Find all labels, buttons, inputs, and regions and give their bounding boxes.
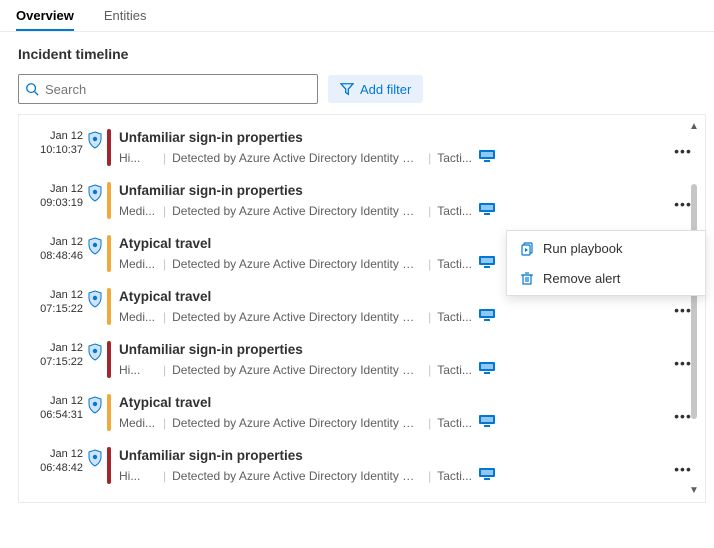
scroll-up-arrow[interactable]: ▲ xyxy=(689,121,699,132)
monitor-icon xyxy=(478,149,496,166)
severity-bar xyxy=(107,447,111,484)
severity-bar xyxy=(107,235,111,272)
shield-icon xyxy=(83,288,107,308)
item-datetime: Jan 1208:48:46 xyxy=(31,235,83,263)
item-datetime: Jan 1210:10:37 xyxy=(31,129,83,157)
item-datetime: Jan 1206:54:31 xyxy=(31,394,83,422)
item-title: Unfamiliar sign-in properties xyxy=(119,129,669,147)
severity-bar xyxy=(107,182,111,219)
shield-icon xyxy=(83,341,107,361)
monitor-icon xyxy=(478,414,496,431)
severity-bar xyxy=(107,341,111,378)
item-meta: Hi...|Detected by Azure Active Directory… xyxy=(119,467,669,484)
timeline-item[interactable]: Jan 1206:48:42 Unfamiliar sign-in propert… xyxy=(27,441,701,494)
shield-icon xyxy=(83,235,107,255)
timeline-item[interactable]: Jan 1207:15:22 Unfamiliar sign-in propert… xyxy=(27,335,701,388)
timeline: Jan 1210:10:37 Unfamiliar sign-in propert… xyxy=(18,114,706,503)
section-title: Incident timeline xyxy=(18,46,706,62)
severity-bar xyxy=(107,394,111,431)
monitor-icon xyxy=(478,361,496,378)
add-filter-label: Add filter xyxy=(360,82,411,97)
tab-overview[interactable]: Overview xyxy=(16,0,74,31)
item-meta: Medi...|Detected by Azure Active Directo… xyxy=(119,308,669,325)
severity-bar xyxy=(107,288,111,325)
monitor-icon xyxy=(478,308,496,325)
playbook-icon xyxy=(519,240,535,256)
timeline-item[interactable]: Jan 1209:03:19 Unfamiliar sign-in propert… xyxy=(27,176,701,229)
tabs: Overview Entities xyxy=(0,0,714,32)
item-meta: Hi...|Detected by Azure Active Directory… xyxy=(119,361,669,378)
menu-run-playbook[interactable]: Run playbook xyxy=(507,233,705,263)
item-datetime: Jan 1206:48:42 xyxy=(31,447,83,475)
search-box[interactable] xyxy=(18,74,318,104)
item-meta: Medi...|Detected by Azure Active Directo… xyxy=(119,414,669,431)
item-title: Atypical travel xyxy=(119,394,669,412)
item-title: Unfamiliar sign-in properties xyxy=(119,341,669,359)
menu-run-playbook-label: Run playbook xyxy=(543,241,623,256)
menu-remove-alert[interactable]: Remove alert xyxy=(507,263,705,293)
tab-entities[interactable]: Entities xyxy=(104,0,147,31)
scroll-thumb[interactable] xyxy=(691,184,697,419)
search-input[interactable] xyxy=(45,82,311,97)
item-datetime: Jan 1207:15:22 xyxy=(31,341,83,369)
item-title: Unfamiliar sign-in properties xyxy=(119,447,669,465)
item-datetime: Jan 1207:15:22 xyxy=(31,288,83,316)
filter-icon xyxy=(340,82,354,96)
shield-icon xyxy=(83,394,107,414)
item-datetime: Jan 1209:03:19 xyxy=(31,182,83,210)
item-meta: Hi...|Detected by Azure Active Directory… xyxy=(119,149,669,166)
shield-icon xyxy=(83,447,107,467)
trash-icon xyxy=(519,270,535,286)
scrollbar[interactable]: ▲ ▼ xyxy=(687,121,701,496)
item-meta: Medi...|Detected by Azure Active Directo… xyxy=(119,202,669,219)
shield-icon xyxy=(83,129,107,149)
context-menu: Run playbook Remove alert xyxy=(506,230,706,296)
search-icon xyxy=(25,82,39,96)
severity-bar xyxy=(107,129,111,166)
add-filter-button[interactable]: Add filter xyxy=(328,75,423,103)
shield-icon xyxy=(83,182,107,202)
monitor-icon xyxy=(478,255,496,272)
item-title: Unfamiliar sign-in properties xyxy=(119,182,669,200)
timeline-item[interactable]: Jan 1206:54:31 Atypical travel Medi...|Det… xyxy=(27,388,701,441)
monitor-icon xyxy=(478,467,496,484)
scroll-down-arrow[interactable]: ▼ xyxy=(689,485,699,496)
menu-remove-alert-label: Remove alert xyxy=(543,271,620,286)
monitor-icon xyxy=(478,202,496,219)
timeline-item[interactable]: Jan 1210:10:37 Unfamiliar sign-in propert… xyxy=(27,123,701,176)
